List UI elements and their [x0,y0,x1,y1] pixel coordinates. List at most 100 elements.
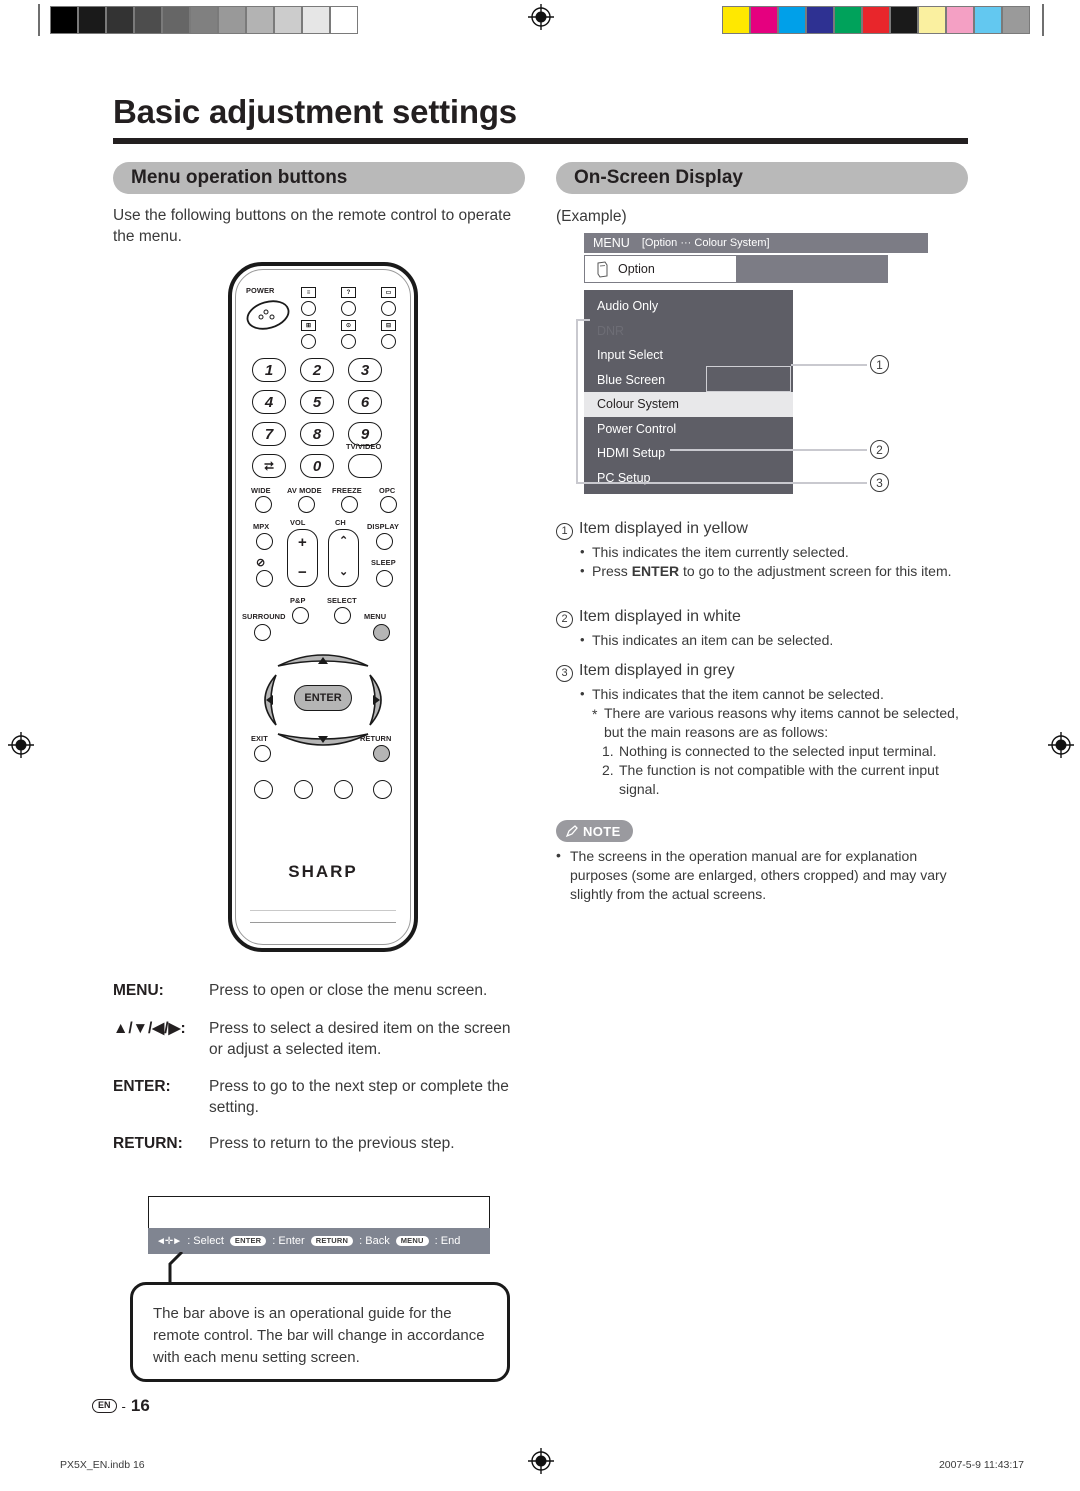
title-rule [113,138,968,144]
color-swatch-row [722,6,1030,34]
remote-divider-1 [250,910,396,911]
number-key-1[interactable]: 1 [252,358,286,382]
menu-list-button[interactable] [301,301,316,316]
color-swatch [974,6,1002,34]
enter-emphasis: ENTER [631,563,680,579]
color-swatch [722,6,750,34]
subtitle-button[interactable] [381,301,396,316]
dpad-up-button[interactable] [275,648,371,672]
leader-line-3-vertical [576,319,578,483]
number-key-7[interactable]: 7 [252,422,286,446]
number-key-8[interactable]: 8 [300,422,334,446]
osd-menu-item[interactable]: Power Control [584,417,793,442]
colour-key-4-button[interactable] [373,780,392,799]
guide-back-label: : Back [359,1235,390,1247]
crop-rule-left [38,4,40,36]
mute-icon: ⊘ [256,557,266,569]
display-label: DISPLAY [367,522,400,531]
help-button[interactable] [341,301,356,316]
exit-button[interactable] [254,745,271,762]
key-label-arrows: ▲/▼/◀/▶: [113,1020,186,1037]
color-swatch [246,6,274,34]
leader-line-1 [791,364,867,366]
color-swatch [834,6,862,34]
registration-mark-bottom [528,1448,554,1474]
return-button[interactable] [373,745,390,762]
page-title: Basic adjustment settings [113,93,517,130]
color-swatch [918,6,946,34]
dpad-left-button[interactable] [256,672,282,728]
number-key-6[interactable]: 6 [348,390,382,414]
surround-button[interactable] [254,624,271,641]
guide-select-label: : Select [187,1235,224,1247]
text-size-button[interactable] [381,334,396,349]
colour-key-1-button[interactable] [254,780,273,799]
power-button[interactable] [244,298,292,332]
colour-key-3-button[interactable] [334,780,353,799]
color-swatch [890,6,918,34]
volume-up-icon: + [298,534,307,551]
explanation-3: 3 Item displayed in grey This indicates … [556,662,976,799]
color-swatch [274,6,302,34]
av-mode-button[interactable] [298,496,315,513]
mpx-label: MPX [253,522,270,531]
osd-item-list: Audio Only DNR Input Select Blue Screen Colo… [584,290,793,494]
color-swatch [134,6,162,34]
freeze-button[interactable] [341,496,358,513]
section-header-label-osd: On-Screen Display [574,167,743,188]
number-key-5[interactable]: 5 [300,390,334,414]
number-key-4[interactable]: 4 [252,390,286,414]
text-reveal-button[interactable] [341,334,356,349]
number-key-0[interactable]: 0 [300,454,334,478]
osd-tab-option[interactable]: Option [584,255,737,283]
osd-menu-item[interactable]: Audio Only [584,294,793,319]
select-button[interactable] [334,607,351,624]
arrows-icon: ◄✛► [156,1235,182,1247]
guide-enter-label: : Enter [272,1235,305,1247]
display-button[interactable] [376,533,393,550]
leader-line-2 [670,449,867,451]
note-badge-label: NOTE [583,823,621,839]
guide-screen-area [148,1196,490,1229]
folio-separator: - [121,1398,126,1414]
number-key-3[interactable]: 3 [348,358,382,382]
text-reveal-icon: ⊙ [341,320,356,331]
opc-button[interactable] [380,496,397,513]
osd-menu-item[interactable]: HDMI Setup [584,441,793,466]
callout-number-1: 1 [870,355,889,374]
color-swatch [190,6,218,34]
wide-button[interactable] [255,496,272,513]
flashback-button[interactable]: ⮂ [252,454,286,478]
osd-menu-item[interactable]: PC Setup [584,466,793,491]
text-hold-button[interactable] [301,334,316,349]
mute-button[interactable] [256,570,273,587]
mpx-button[interactable] [256,533,273,550]
surround-label: SURROUND [242,612,286,621]
key-desc-menu: Press to open or close the menu screen. [209,982,488,999]
ch-label: CH [335,518,346,527]
folio-page-number: 16 [130,1396,150,1415]
sleep-button[interactable] [376,570,393,587]
colour-key-2-button[interactable] [294,780,313,799]
channel-up-icon: ⌃ [339,535,349,547]
color-swatch [862,6,890,34]
list-item: 1. Nothing is connected to the selected … [602,742,976,761]
menu-button[interactable] [373,624,390,641]
osd-menu-item[interactable]: Input Select [584,343,793,368]
enter-button[interactable]: ENTER [294,685,352,711]
sleep-label: SLEEP [371,558,396,567]
dpad-right-button[interactable] [364,672,390,728]
registration-mark-top [528,4,554,30]
guide-menu-key: MENU [395,1235,429,1247]
dpad-down-button[interactable] [275,728,371,752]
tv-video-button[interactable] [348,454,382,478]
explanation-2-title: Item displayed in white [579,608,741,625]
registration-mark-left [8,732,34,758]
reason-1-text: Nothing is connected to the selected inp… [619,743,937,759]
number-key-2[interactable]: 2 [300,358,334,382]
key-desc-enter: Press to go to the next step or complete… [209,1078,509,1116]
explanation-1-heading: 1 Item displayed in yellow [556,520,976,540]
explanation-3-title: Item displayed in grey [579,662,735,679]
osd-menu-item[interactable]: Colour System [584,392,793,417]
pnp-button[interactable] [292,607,309,624]
